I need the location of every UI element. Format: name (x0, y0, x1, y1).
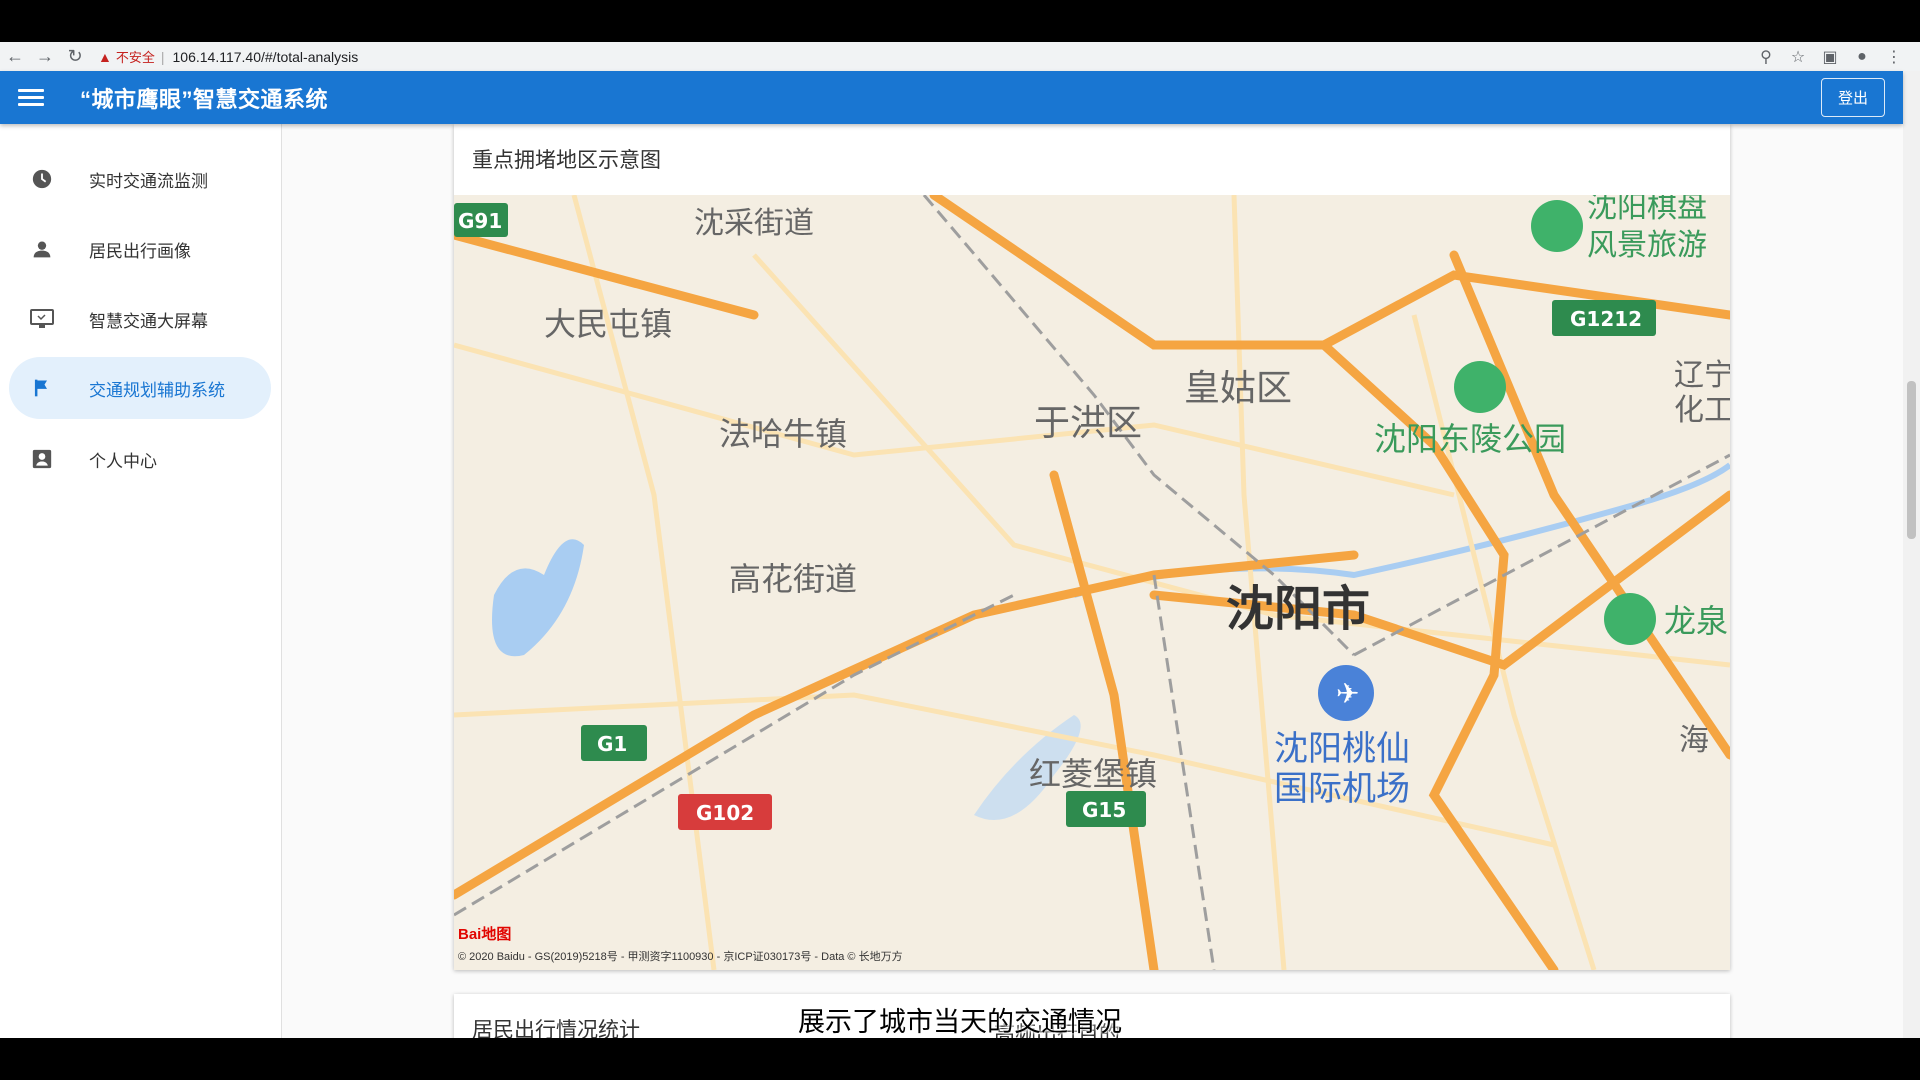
back-icon[interactable]: ← (0, 42, 30, 71)
scrollbar-thumb[interactable] (1907, 381, 1916, 539)
warning-icon: ▲ (98, 48, 112, 65)
app-bar: “城市鹰眼”智慧交通系统 登出 (0, 71, 1903, 124)
map-label-damintun: 大民屯镇 (544, 305, 672, 343)
menu-icon[interactable] (18, 89, 44, 106)
map-label-qipan-2: 风景旅游 (1587, 228, 1707, 263)
map-label-hongling: 红菱堡镇 (1029, 755, 1157, 793)
account-icon[interactable]: ● (1846, 48, 1878, 66)
sidebar-item-resident-profile[interactable]: 居民出行画像 (9, 218, 271, 280)
sidebar-item-label: 居民出行画像 (89, 241, 191, 261)
shield-g15: G15 (1082, 798, 1126, 822)
map-canvas[interactable]: 沈采街道 大民屯镇 皇姑区 于洪区 法哈牛镇 高花街道 沈阳市 红菱堡镇 海 辽… (454, 195, 1730, 970)
sidebar-item-label: 交通规划辅助系统 (89, 380, 225, 400)
flag-icon (29, 375, 55, 401)
clock-icon (29, 166, 55, 192)
map-label-liaoning-2: 化工 (1674, 393, 1730, 428)
map-label-taoxian-2: 国际机场 (1274, 769, 1410, 809)
baidu-logo[interactable]: Bai地图 (458, 923, 511, 944)
map-label-shenyang: 沈阳市 (1226, 581, 1370, 637)
airport-icon: ✈ (1336, 677, 1359, 710)
map-card-title: 重点拥堵地区示意图 (472, 149, 661, 172)
map-label-yuhong: 于洪区 (1034, 403, 1142, 444)
video-subtitle: 展示了城市当天的交通情况 (798, 1007, 1122, 1037)
person-icon (29, 236, 55, 262)
url-separator: | (160, 48, 165, 65)
map-label-huanggu: 皇姑区 (1184, 368, 1292, 409)
sidebar: 实时交通流监测 居民出行画像 智慧交通大屏幕 交通规划辅助系统 个人中心 (0, 124, 282, 1038)
map-label-qipan-1: 沈阳棋盘 (1587, 195, 1707, 225)
url-text[interactable]: 106.14.117.40/#/total-analysis (173, 49, 359, 65)
sidebar-item-big-screen[interactable]: 智慧交通大屏幕 (9, 288, 271, 350)
address-bar[interactable]: ▲ 不安全 | 106.14.117.40/#/total-analysis (98, 47, 1750, 66)
extension-icon[interactable]: ▣ (1814, 47, 1846, 67)
map-copyright: © 2020 Baidu - GS(2019)5218号 - 甲测资字11009… (458, 951, 903, 963)
sidebar-item-realtime-traffic[interactable]: 实时交通流监测 (9, 148, 271, 210)
sidebar-item-planning-assist[interactable]: 交通规划辅助系统 (9, 357, 271, 419)
map-label-dongling-park: 沈阳东陵公园 (1374, 420, 1566, 458)
zoom-icon[interactable]: ⚲ (1750, 47, 1782, 67)
page-scrollbar[interactable] (1903, 71, 1920, 1038)
baidu-map[interactable]: 沈采街道 大民屯镇 皇姑区 于洪区 法哈牛镇 高花街道 沈阳市 红菱堡镇 海 辽… (454, 195, 1730, 970)
map-label-gaohua: 高花街道 (729, 560, 857, 598)
map-label-longquan: 龙泉 (1664, 602, 1728, 640)
insecure-label: 不安全 (115, 50, 155, 65)
account-box-icon (29, 446, 55, 472)
sidebar-item-label: 智慧交通大屏幕 (89, 311, 208, 331)
sidebar-item-personal-center[interactable]: 个人中心 (9, 428, 271, 490)
shield-g102: G102 (696, 801, 754, 825)
shield-g1: G1 (597, 732, 627, 756)
app-title: “城市鹰眼”智慧交通系统 (80, 86, 329, 112)
more-icon[interactable]: ⋮ (1878, 47, 1910, 67)
map-label-liaoning-1: 辽宁 (1674, 358, 1730, 393)
reload-icon[interactable]: ↻ (60, 42, 90, 71)
browser-toolbar: ← → ↻ ▲ 不安全 | 106.14.117.40/#/total-anal… (0, 42, 1920, 72)
monitor-icon (29, 306, 55, 332)
map-label-fahaniu: 法哈牛镇 (719, 415, 847, 453)
shield-g91: G91 (458, 209, 502, 233)
forward-icon[interactable]: → (30, 42, 60, 71)
logout-button[interactable]: 登出 (1820, 78, 1885, 117)
congestion-map-card: 重点拥堵地区示意图 沈采街道 大民屯镇 皇姑区 于洪区 法哈牛镇 高花街道 沈阳… (454, 124, 1730, 970)
map-label-taoxian-1: 沈阳桃仙 (1274, 729, 1410, 769)
map-label-shencai: 沈采街道 (694, 206, 814, 241)
main-content: 重点拥堵地区示意图 沈采街道 大民屯镇 皇姑区 于洪区 法哈牛镇 高花街道 沈阳… (282, 124, 1903, 1038)
shield-g1212: G1212 (1570, 307, 1642, 331)
sidebar-item-label: 个人中心 (89, 451, 157, 471)
screen: ← → ↻ ▲ 不安全 | 106.14.117.40/#/total-anal… (0, 42, 1920, 1038)
sidebar-item-label: 实时交通流监测 (89, 171, 208, 191)
map-label-hai: 海 (1679, 723, 1709, 758)
browser-actions: ⚲ ☆ ▣ ● ⋮ (1750, 47, 1910, 67)
star-icon[interactable]: ☆ (1782, 47, 1814, 67)
